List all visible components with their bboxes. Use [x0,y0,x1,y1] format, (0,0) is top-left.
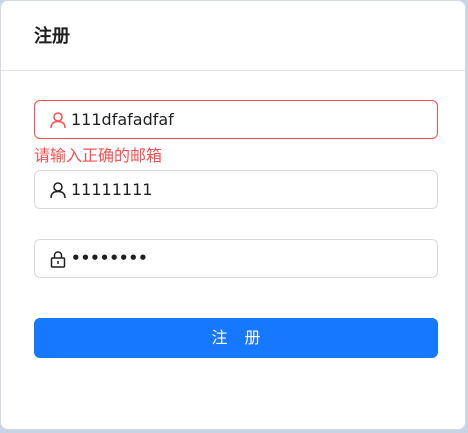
register-button[interactable]: 注 册 [34,318,438,358]
email-field[interactable]: 111dfafadfaf [34,100,438,139]
email-input[interactable]: 111dfafadfaf [71,101,174,138]
password-input[interactable]: •••••••• [71,240,148,277]
register-card: 注册 111dfafadfaf 请输入正确的邮箱 11111111 ••••••… [0,0,466,430]
username-input[interactable]: 11111111 [71,171,152,208]
card-title: 注册 [34,26,70,47]
password-field[interactable]: •••••••• [34,239,438,278]
username-field[interactable]: 11111111 [34,170,438,209]
user-icon [50,112,66,129]
email-error-message: 请输入正确的邮箱 [34,146,163,165]
card-header: 注册 [1,1,465,71]
lock-icon [50,251,66,268]
user-icon [50,182,66,199]
